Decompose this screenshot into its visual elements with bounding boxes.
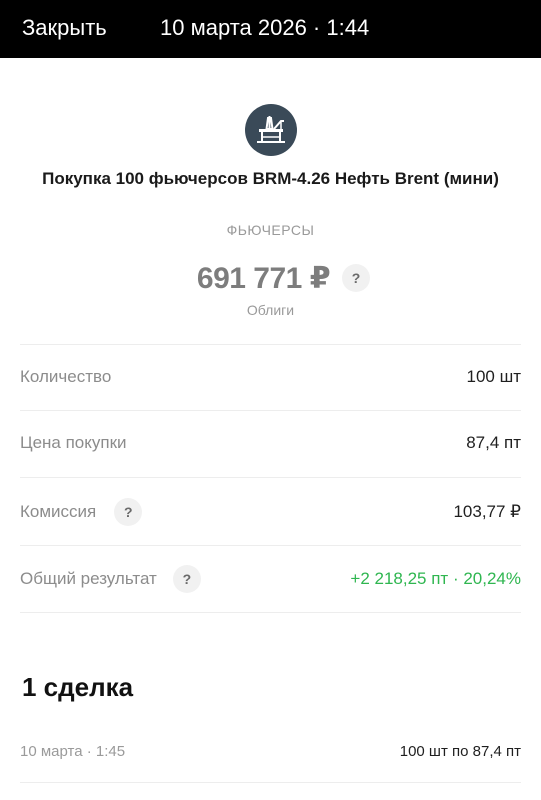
top-bar: Закрыть 10 марта 2026 · 1:44 [0,0,541,58]
detail-value: 103,77 ₽ [453,502,521,521]
amount-help-icon[interactable]: ? [342,264,371,292]
detail-value: 100 шт [466,367,521,386]
detail-label-with-help: Комиссия ? [20,498,143,526]
detail-label: Цена покупки [20,433,127,452]
amount-subtitle: Облиги [246,302,295,318]
detail-row-commission: Комиссия ? 103,77 ₽ [20,479,521,545]
page-title: Покупка 100 фьючерсов BRM-4.26 Нефть Bre… [42,169,499,188]
close-button[interactable]: Закрыть [22,14,107,42]
deal-value: 100 шт по 87,4 пт [399,742,521,760]
detail-label: Комиссия [20,502,97,521]
deal-date: 10 марта · 1:45 [20,742,126,760]
divider [20,782,521,783]
deal-row[interactable]: 10 марта · 1:45 100 шт по 87,4 пт [20,736,521,766]
detail-value: 87,4 пт [466,433,521,452]
detail-label-with-help: Общий результат ? [20,565,201,593]
oil-platform-icon [245,104,297,156]
amount-value: 691 771 ₽ [196,261,331,295]
header-datetime: 10 марта 2026 · 1:44 [160,15,370,40]
detail-row-price: Цена покупки 87,4 пт [20,410,521,476]
total-result-help-icon[interactable]: ? [172,565,201,593]
commission-help-icon[interactable]: ? [114,498,143,526]
detail-label: Общий результат [20,569,157,588]
amount-row: 691 771 ₽ ? [0,258,541,298]
divider [20,612,521,613]
total-result-value: +2 218,25 пт · 20,24% [350,569,521,588]
divider [20,477,521,478]
category-label: ФЬЮЧЕРСЫ [226,222,315,238]
detail-row-quantity: Количество 100 шт [20,344,521,410]
detail-label: Количество [20,367,112,386]
deals-section-title: 1 сделка [22,672,134,702]
detail-row-total-result: Общий результат ? +2 218,25 пт · 20,24% [20,546,521,612]
